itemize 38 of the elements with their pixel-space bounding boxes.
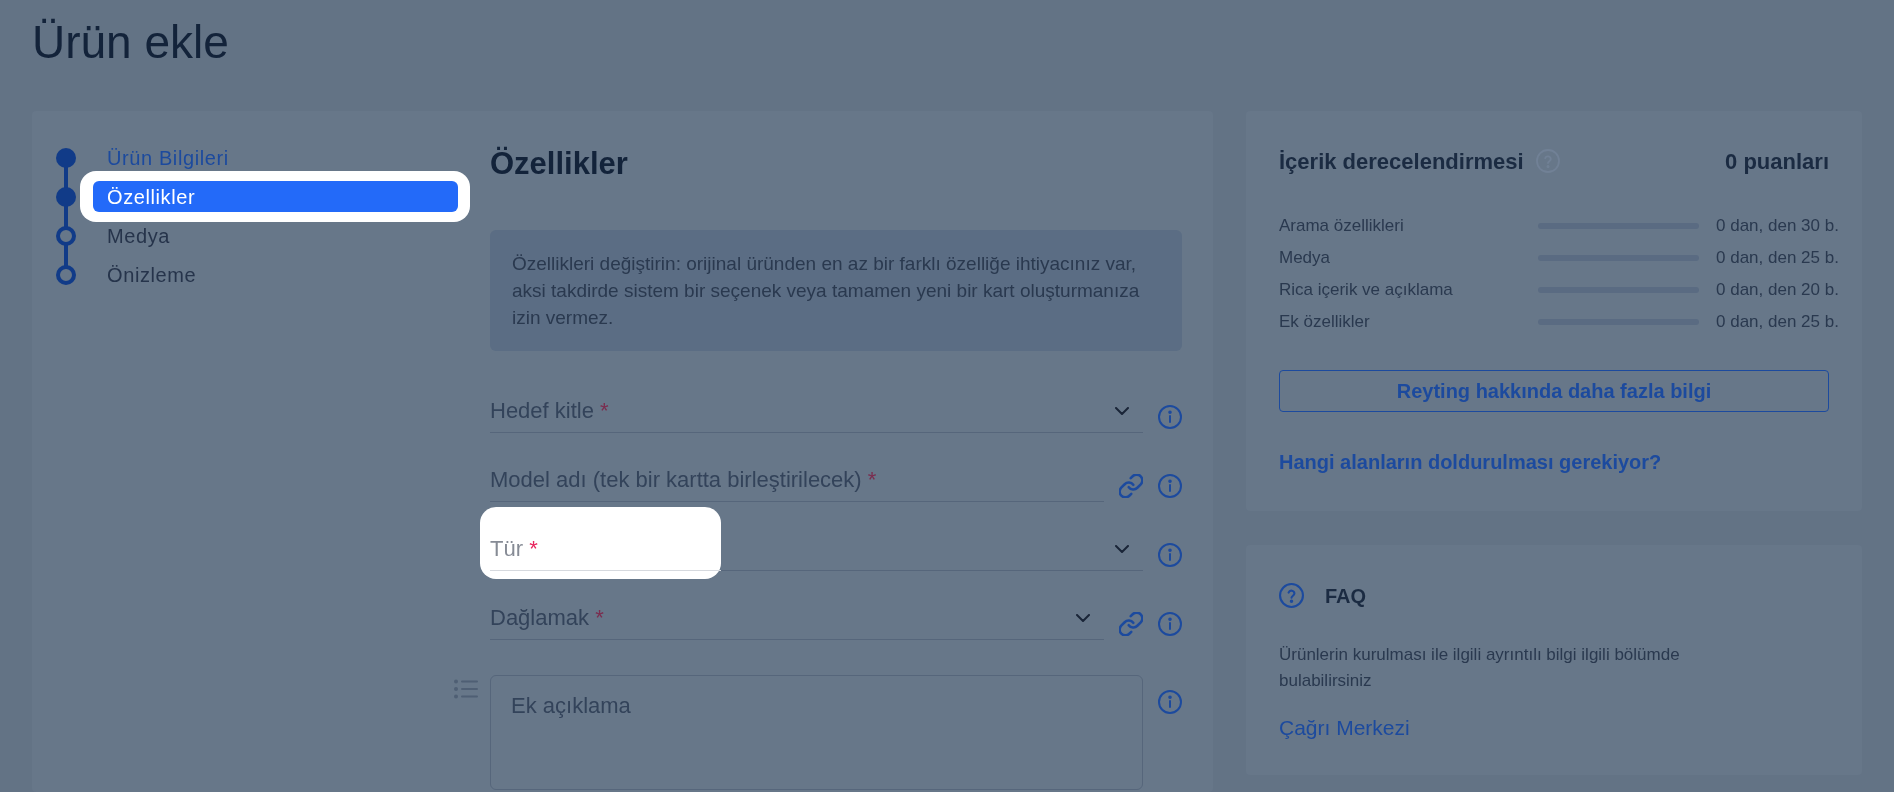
filled-circle-icon: [56, 186, 76, 207]
faq-text: Ürünlerin kurulması ile ilgili ayrıntılı bilgi ilgili bölümde bulabilirsiniz: [1279, 644, 1681, 692]
step-item[interactable]: Ürün Bilgileri: [107, 144, 229, 171]
chevron-down-icon[interactable]: [1115, 545, 1129, 553]
page-title: Ürün ekle: [32, 15, 229, 70]
rating-label: Ek özellikler: [1279, 311, 1371, 334]
rating-value: 0 dan, den 25 b.: [1716, 247, 1840, 270]
required-fields-link[interactable]: Hangi alanların doldurulması gerekiyor?: [1279, 451, 1662, 473]
step-item[interactable]: Medya: [107, 222, 171, 249]
rating-value: 0 dan, den 30 b.: [1716, 215, 1840, 238]
step-item[interactable]: Önizleme: [107, 261, 197, 288]
rating-info-button[interactable]: Reyting hakkında daha fazla bilgi: [1279, 370, 1829, 412]
rating-value: 0 dan, den 20 b.: [1716, 279, 1840, 302]
info-icon[interactable]: [1158, 405, 1182, 429]
info-icon[interactable]: [1158, 690, 1182, 714]
help-icon: [1279, 583, 1304, 608]
info-icon[interactable]: [1158, 612, 1182, 636]
ring-icon: [56, 264, 76, 285]
faq-title: FAQ: [1325, 583, 1367, 609]
ring-icon: [56, 225, 76, 246]
chevron-down-icon[interactable]: [1076, 614, 1090, 622]
rating-label: Rica içerik ve açıklama: [1279, 279, 1454, 302]
info-icon[interactable]: [1158, 474, 1182, 498]
rating-value: 0 dan, den 25 b.: [1716, 311, 1840, 334]
step-item[interactable]: Özellikler: [93, 181, 458, 212]
call-center-link[interactable]: Çağrı Merkezi: [1279, 716, 1410, 739]
rating-score: 0 puanları: [1725, 147, 1829, 176]
rating-label: Medya: [1279, 247, 1332, 270]
select-field[interactable]: Tür *: [490, 538, 1143, 571]
rating-title: İçerik derecelendirmesi: [1279, 147, 1524, 176]
link-icon[interactable]: [1119, 612, 1143, 636]
link-icon[interactable]: [1119, 474, 1143, 498]
section-heading: Özellikler: [490, 145, 629, 183]
list-icon[interactable]: [454, 679, 478, 699]
chevron-down-icon[interactable]: [1115, 407, 1129, 415]
rating-label: Arama özellikleri: [1279, 215, 1405, 238]
info-icon[interactable]: [1158, 543, 1182, 567]
filled-circle-icon: [56, 147, 76, 168]
